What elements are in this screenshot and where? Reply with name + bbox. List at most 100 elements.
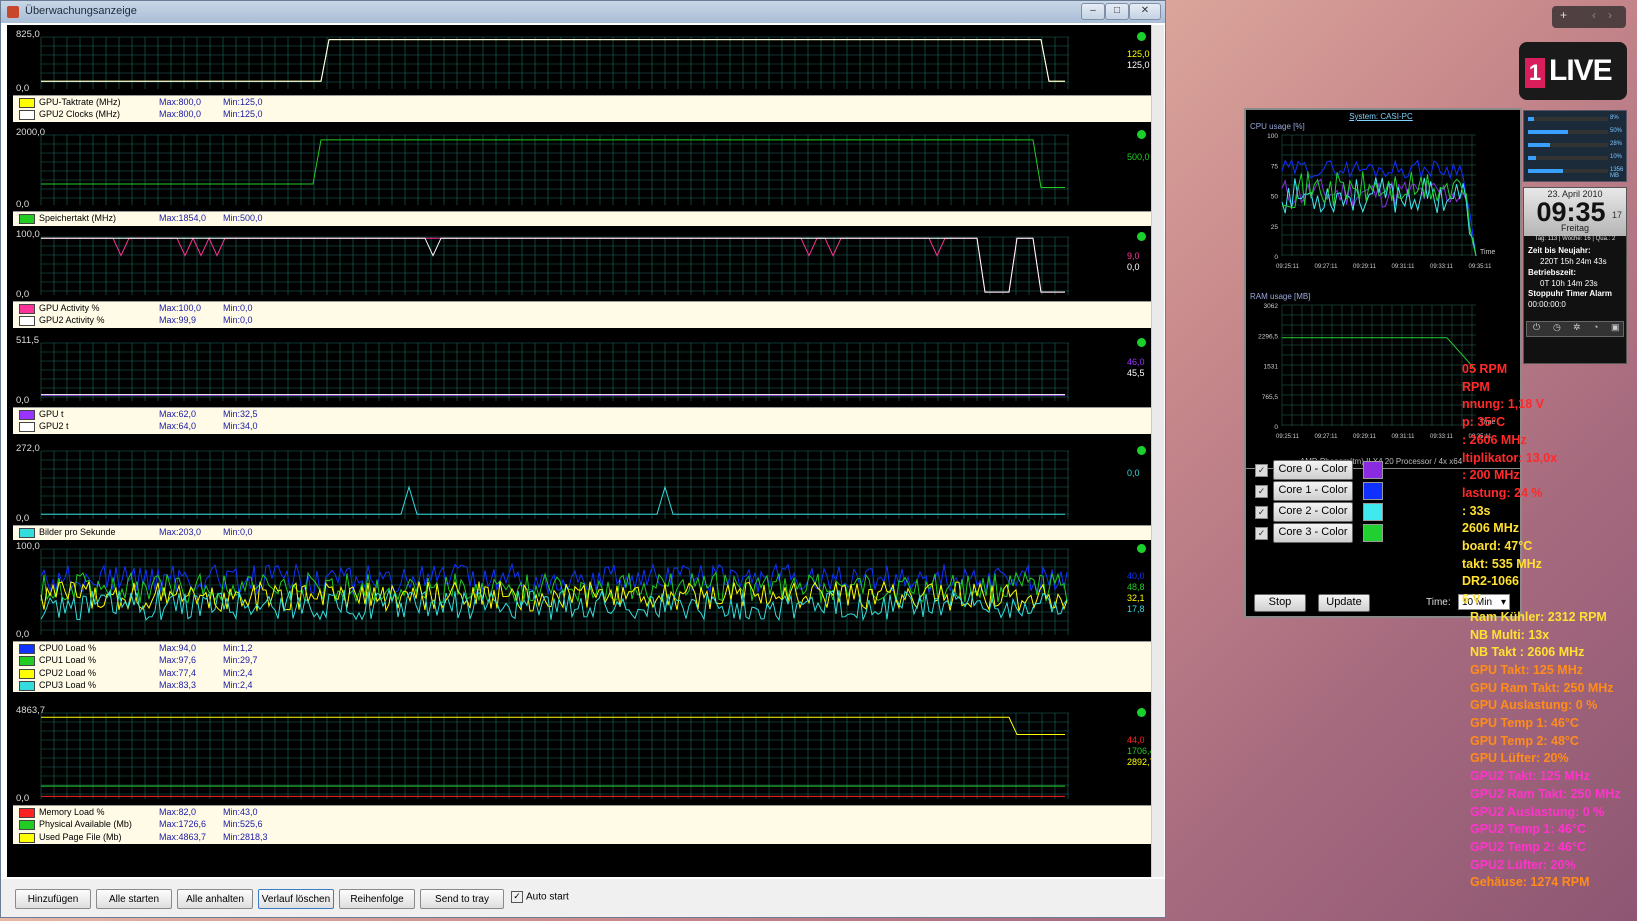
core-color-swatch[interactable] [1363, 482, 1383, 500]
auto-start-label: Auto start [526, 891, 569, 903]
status-indicator[interactable] [1137, 338, 1146, 347]
series-swatch [19, 422, 35, 433]
graph-canvas [40, 134, 1069, 205]
graph-area: 825,0 0,0 125,0 125,0 GPU-Taktrate (MHz) Ma… [7, 25, 1155, 877]
axis-tick-label: 3062 [1264, 303, 1279, 310]
settings-icon[interactable]: ✲ [1573, 322, 1581, 333]
series-max: Max:83,3 [159, 680, 197, 691]
meter-label: 10% [1610, 154, 1623, 160]
status-indicator[interactable] [1137, 232, 1146, 241]
series-max: Max:97,6 [159, 655, 197, 666]
close-button[interactable]: ✕ [1129, 3, 1161, 20]
core-checkbox[interactable]: ✓ [1255, 506, 1268, 519]
core-color-button[interactable]: Core 1 - Color [1273, 481, 1353, 501]
meter-fill [1528, 143, 1551, 147]
series-line [1281, 158, 1477, 257]
status-indicator[interactable] [1137, 708, 1146, 717]
series-name: Memory Load % [39, 807, 105, 817]
series-name: GPU2 t [39, 421, 69, 432]
series-swatch [19, 214, 35, 224]
update-button[interactable]: Update [1318, 594, 1370, 612]
series-line [1281, 177, 1477, 257]
minimize-button[interactable]: – [1081, 3, 1105, 20]
series-name: GPU-Taktrate (MHz) [39, 97, 121, 107]
clock-modes[interactable]: Stoppuhr Timer Alarm [1528, 289, 1612, 298]
series-swatch [19, 681, 35, 692]
sensor-line: takt: 535 MHz [1462, 556, 1542, 571]
sensor-line: GPU Ram Takt: 250 MHz [1470, 680, 1614, 695]
sensor-line: GPU Lüfter: 20% [1470, 751, 1569, 766]
graph-canvas [40, 712, 1069, 799]
core-color-button[interactable]: Core 2 - Color [1273, 502, 1353, 522]
button-bar: Hinzufügen Alle starten Alle anhalten Ve… [1, 879, 1165, 917]
series-max: Max:77,4 [159, 667, 197, 678]
y-max-label: 825,0 [16, 29, 40, 40]
sensor-line: RPM [1462, 379, 1490, 394]
series-name: GPU t [39, 409, 64, 419]
sensor-line: GPU2 Lüfter: 20% [1470, 857, 1576, 872]
series-min: Min:43,0 [223, 807, 258, 817]
power-icon[interactable]: ⏻ [1533, 322, 1540, 333]
core-color-swatch[interactable] [1363, 524, 1383, 542]
series-name: CPU0 Load % [39, 643, 97, 653]
status-indicator[interactable] [1137, 32, 1146, 41]
clear-history-button[interactable]: Verlauf löschen [258, 889, 334, 909]
chevron-right-icon[interactable]: › [1608, 8, 1612, 22]
meter-fill [1528, 156, 1536, 160]
status-indicator[interactable] [1137, 130, 1146, 139]
graph-panel: 272,0 0,0 0,0 Bilder pro Sekunde Max:203,0… [13, 443, 1151, 540]
clock-seconds: 17 [1612, 210, 1623, 220]
core-color-button[interactable]: Core 3 - Color [1273, 523, 1353, 543]
lock-icon[interactable]: ▣ [1611, 322, 1620, 333]
sensor-line: GPU Temp 1: 46°C [1470, 716, 1579, 730]
core-color-button[interactable]: Core 0 - Color [1273, 460, 1353, 480]
radio-logo-number: 1 [1525, 58, 1545, 88]
core-checkbox[interactable]: ✓ [1255, 464, 1268, 477]
graph-canvas [40, 236, 1069, 295]
series-max: Max:64,0 [159, 421, 197, 432]
stop-all-button[interactable]: Alle anhalten [177, 889, 253, 909]
stop-button[interactable]: Stop [1254, 594, 1306, 612]
radio-gadget[interactable]: 1 LIVE [1519, 42, 1627, 100]
series-min: Min:34,0 [223, 421, 258, 432]
axis-tick-label: 1531 [1264, 364, 1279, 371]
current-value: 17,8 [1127, 604, 1145, 614]
plus-icon[interactable]: + [1560, 8, 1567, 22]
legend: GPU t Max:62,0 Min:32,5 GPU2 t Max:64,0 … [13, 407, 1151, 434]
meter-label: 50% [1610, 128, 1623, 134]
graph-plot: 825,0 0,0 125,0 125,0 [13, 29, 1151, 95]
vertical-scrollbar[interactable] [1151, 25, 1164, 877]
core-checkbox[interactable]: ✓ [1255, 485, 1268, 498]
status-indicator[interactable] [1137, 544, 1146, 553]
core-color-swatch[interactable] [1363, 503, 1383, 521]
legend: Memory Load % Max:82,0 Min:43,0 Physical… [13, 805, 1151, 844]
core-checkbox[interactable]: ✓ [1255, 527, 1268, 540]
title-bar[interactable]: Überwachungsanzeige – □ ✕ [1, 1, 1165, 23]
sensor-line: GPU2 Takt: 125 MHz [1470, 769, 1590, 784]
graph-plot: 511,5 0,0 46,0 45,5 [13, 335, 1151, 407]
clock-toolbar[interactable]: ⏻ ◷ ✲ ◔ ▣ [1526, 321, 1624, 337]
start-all-button[interactable]: Alle starten [96, 889, 172, 909]
series-swatch [19, 304, 35, 314]
auto-start-checkbox[interactable]: ✓ Auto start [511, 891, 569, 903]
meter-label: 8% [1610, 115, 1619, 121]
series-swatch [19, 110, 35, 121]
current-value: 500,0 [1127, 152, 1150, 162]
maximize-button[interactable]: □ [1105, 3, 1129, 20]
timer-icon[interactable]: ◷ [1553, 322, 1561, 333]
sensor-line: 6 V [1462, 592, 1481, 607]
order-button[interactable]: Reihenfolge [339, 889, 415, 909]
add-button[interactable]: Hinzufügen [15, 889, 91, 909]
legend: Bilder pro Sekunde Max:203,0 Min:0,0 [13, 525, 1151, 540]
chevron-left-icon[interactable]: ‹ [1592, 8, 1596, 22]
series-line [41, 139, 1065, 188]
graph-plot: 4863,7 0,0 44,0 1706,4 2892,7 [13, 705, 1155, 805]
send-to-tray-button[interactable]: Send to tray [420, 889, 504, 909]
sensor-line: GPU Takt: 125 MHz [1470, 662, 1583, 677]
y-max-label: 511,5 [16, 335, 40, 346]
time-tick-label: 09:33:11 [1430, 434, 1454, 440]
core-color-swatch[interactable] [1363, 461, 1383, 479]
status-indicator[interactable] [1137, 446, 1146, 455]
alarm-icon[interactable]: ◔ [1593, 322, 1598, 332]
y-min-label: 0,0 [16, 395, 30, 406]
